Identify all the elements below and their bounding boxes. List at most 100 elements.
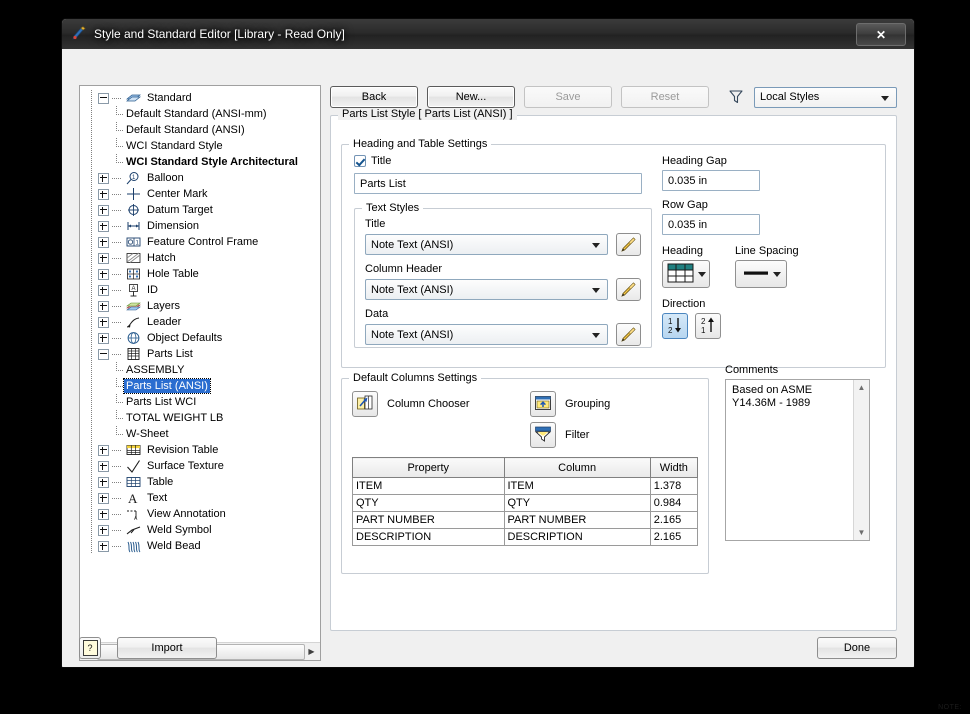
columns-table[interactable]: Property Column Width ITEM ITEM 1.378 QTY QT… bbox=[352, 457, 699, 546]
tree-item-id[interactable]: A ID bbox=[86, 282, 320, 298]
save-button[interactable]: Save bbox=[524, 86, 612, 108]
comments-box[interactable]: Based on ASME Y14.36M - 1989 ▲ ▼ bbox=[725, 379, 870, 541]
tree-item-parts-list-wci[interactable]: Parts List WCI bbox=[86, 394, 320, 410]
direction-up-button[interactable]: 2 1 bbox=[695, 313, 721, 339]
tree-expander-plus-icon[interactable] bbox=[98, 476, 109, 488]
table-cell[interactable]: ITEM bbox=[352, 477, 505, 495]
tree-item-revision-table[interactable]: Revision Table bbox=[86, 442, 320, 458]
tree-expander-plus-icon[interactable] bbox=[98, 332, 109, 344]
new-button[interactable]: New... bbox=[427, 86, 515, 108]
tree-expander-plus-icon[interactable] bbox=[98, 284, 109, 296]
tree-expander-plus-icon[interactable] bbox=[98, 268, 109, 280]
row-gap-input[interactable]: 0.035 in bbox=[662, 214, 760, 235]
heading-gap-input[interactable]: 0.035 in bbox=[662, 170, 760, 191]
tree-expander-plus-icon[interactable] bbox=[98, 188, 109, 200]
table-cell[interactable]: ITEM bbox=[503, 477, 651, 495]
tree-item-standard[interactable]: Standard bbox=[86, 90, 320, 106]
tree-item-assembly[interactable]: ASSEMBLY bbox=[86, 362, 320, 378]
table-cell[interactable]: PART NUMBER bbox=[503, 511, 651, 529]
tree-item-object-defaults[interactable]: Object Defaults bbox=[86, 330, 320, 346]
title-text-input[interactable]: Parts List bbox=[354, 173, 642, 194]
edit-column-header-style-button[interactable] bbox=[616, 278, 641, 301]
tree-expander-plus-icon[interactable] bbox=[98, 204, 109, 216]
tree-expander-minus-icon[interactable] bbox=[98, 92, 109, 104]
tree-expander-plus-icon[interactable] bbox=[98, 508, 109, 520]
tree-item-balloon[interactable]: 1 Balloon bbox=[86, 170, 320, 186]
scroll-down-icon[interactable]: ▼ bbox=[854, 525, 869, 540]
tree-expander-plus-icon[interactable] bbox=[98, 236, 109, 248]
heading-style-split-button[interactable] bbox=[662, 260, 710, 288]
edit-title-style-button[interactable] bbox=[616, 233, 641, 256]
tree-item-surface-texture[interactable]: Surface Texture bbox=[86, 458, 320, 474]
tree-expander-plus-icon[interactable] bbox=[98, 252, 109, 264]
tree-item-leader[interactable]: Leader bbox=[86, 314, 320, 330]
reset-button[interactable]: Reset bbox=[621, 86, 709, 108]
text-style-column-header-dropdown[interactable]: Note Text (ANSI) bbox=[365, 279, 608, 300]
tree-expander-plus-icon[interactable] bbox=[98, 524, 109, 536]
table-cell[interactable]: 2.165 bbox=[649, 511, 699, 529]
tree-item-wci-standard-style-architectural[interactable]: WCI Standard Style Architectural bbox=[86, 154, 320, 170]
tree-item-hatch[interactable]: Hatch bbox=[86, 250, 320, 266]
help-button[interactable]: ? bbox=[79, 637, 101, 659]
tree-expander-plus-icon[interactable] bbox=[98, 492, 109, 504]
close-button[interactable]: ✕ bbox=[856, 23, 906, 46]
tree-expander-plus-icon[interactable] bbox=[98, 300, 109, 312]
style-tree-panel[interactable]: Standard Default Standard (ANSI-mm) Defaul… bbox=[79, 85, 321, 661]
table-cell[interactable]: 1.378 bbox=[649, 477, 699, 495]
tree-expander-plus-icon[interactable] bbox=[98, 316, 109, 328]
column-header-column[interactable]: Column bbox=[503, 457, 651, 478]
text-style-title-dropdown[interactable]: Note Text (ANSI) bbox=[365, 234, 608, 255]
tree-item-layers[interactable]: Layers bbox=[86, 298, 320, 314]
scroll-up-icon[interactable]: ▲ bbox=[854, 380, 869, 395]
table-cell[interactable]: QTY bbox=[503, 494, 651, 512]
tree-item-parts-list-ansi[interactable]: Parts List (ANSI) bbox=[86, 378, 320, 394]
column-header-width[interactable]: Width bbox=[649, 457, 699, 478]
tree-item-view-annotation[interactable]: A View Annotation bbox=[86, 506, 320, 522]
table-row[interactable]: DESCRIPTION DESCRIPTION 2.165 bbox=[352, 528, 699, 546]
table-cell[interactable]: 0.984 bbox=[649, 494, 699, 512]
direction-down-button[interactable]: 1 2 bbox=[662, 313, 688, 339]
back-button[interactable]: Back bbox=[330, 86, 418, 108]
tree-item-default-standard-ansi[interactable]: Default Standard (ANSI) bbox=[86, 122, 320, 138]
edit-data-style-button[interactable] bbox=[616, 323, 641, 346]
table-row[interactable]: PART NUMBER PART NUMBER 2.165 bbox=[352, 511, 699, 529]
tree-item-weld-bead[interactable]: Weld Bead bbox=[86, 538, 320, 554]
grouping-button[interactable] bbox=[530, 391, 556, 417]
table-row[interactable]: QTY QTY 0.984 bbox=[352, 494, 699, 512]
text-style-data-dropdown[interactable]: Note Text (ANSI) bbox=[365, 324, 608, 345]
title-checkbox-row[interactable]: Title bbox=[354, 155, 654, 167]
done-button[interactable]: Done bbox=[817, 637, 897, 659]
tree-expander-plus-icon[interactable] bbox=[98, 540, 109, 552]
tree-item-w-sheet[interactable]: W-Sheet bbox=[86, 426, 320, 442]
table-cell[interactable]: 2.165 bbox=[649, 528, 699, 546]
filter-button[interactable] bbox=[530, 422, 556, 448]
comments-scrollbar[interactable]: ▲ ▼ bbox=[853, 380, 869, 540]
tree-item-table[interactable]: Table bbox=[86, 474, 320, 490]
filter-icon[interactable] bbox=[727, 88, 745, 106]
column-header-property[interactable]: Property bbox=[352, 457, 505, 478]
tree-item-default-standard-ansi-mm[interactable]: Default Standard (ANSI-mm) bbox=[86, 106, 320, 122]
tree-expander-plus-icon[interactable] bbox=[98, 172, 109, 184]
tree-item-text[interactable]: A Text bbox=[86, 490, 320, 506]
tree-item-dimension[interactable]: Dimension bbox=[86, 218, 320, 234]
tree-item-datum-target[interactable]: Datum Target bbox=[86, 202, 320, 218]
tree-item-hole-table[interactable]: Hole Table bbox=[86, 266, 320, 282]
tree-item-weld-symbol[interactable]: Weld Symbol bbox=[86, 522, 320, 538]
tree-item-total-weight-lb[interactable]: TOTAL WEIGHT LB bbox=[86, 410, 320, 426]
table-cell[interactable]: PART NUMBER bbox=[352, 511, 505, 529]
style-tree-list[interactable]: Standard Default Standard (ANSI-mm) Defaul… bbox=[80, 86, 320, 642]
tree-expander-plus-icon[interactable] bbox=[98, 220, 109, 232]
tree-item-feature-control-frame[interactable]: 1 Feature Control Frame bbox=[86, 234, 320, 250]
table-row[interactable]: ITEM ITEM 1.378 bbox=[352, 477, 699, 495]
table-cell[interactable]: DESCRIPTION bbox=[503, 528, 651, 546]
title-checkbox[interactable] bbox=[354, 155, 366, 167]
styles-filter-dropdown[interactable]: Local Styles bbox=[754, 86, 897, 108]
table-cell[interactable]: QTY bbox=[352, 494, 505, 512]
tree-expander-minus-icon[interactable] bbox=[98, 348, 109, 360]
tree-item-center-mark[interactable]: Center Mark bbox=[86, 186, 320, 202]
tree-item-wci-standard-style[interactable]: WCI Standard Style bbox=[86, 138, 320, 154]
line-spacing-split-button[interactable] bbox=[735, 260, 787, 288]
import-button[interactable]: Import bbox=[117, 637, 217, 659]
tree-expander-plus-icon[interactable] bbox=[98, 444, 109, 456]
tree-expander-plus-icon[interactable] bbox=[98, 460, 109, 472]
